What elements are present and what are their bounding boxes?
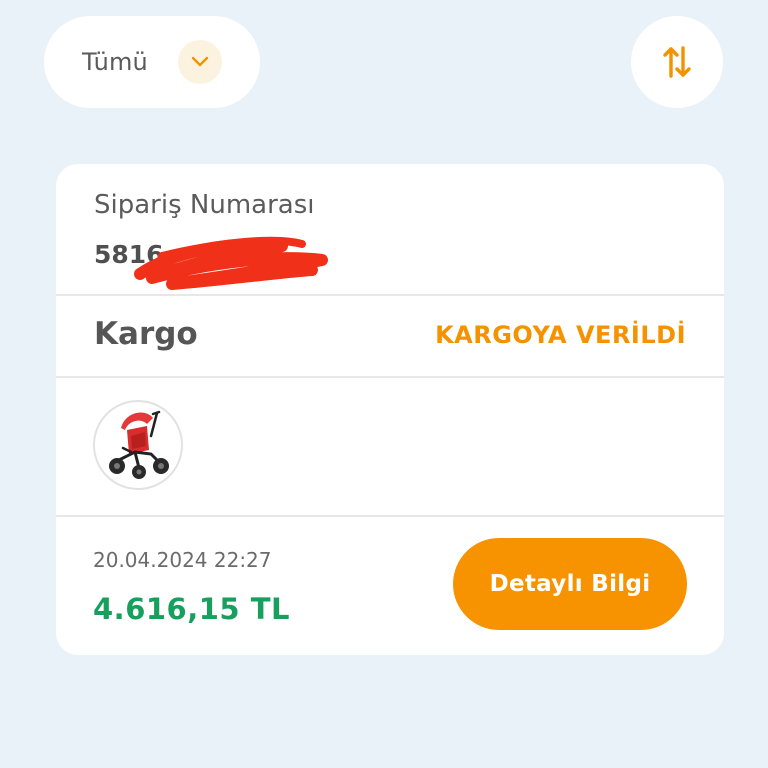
order-date: 20.04.2024 22:27	[93, 548, 272, 572]
order-number-row: 5816	[94, 234, 328, 290]
divider	[56, 294, 724, 296]
order-total: 4.616,15 TL	[93, 592, 290, 626]
divider	[56, 376, 724, 378]
sort-arrows-icon	[663, 46, 691, 78]
tricycle-image	[109, 410, 169, 479]
order-card: Sipariş Numarası 5816 Kargo KARGOYA VERİ…	[56, 164, 724, 655]
chevron-down-icon	[178, 40, 222, 84]
filter-label: Tümü	[82, 48, 148, 76]
product-thumbnail[interactable]	[93, 400, 183, 490]
cargo-status: KARGOYA VERİLDİ	[435, 321, 686, 349]
filter-dropdown[interactable]: Tümü	[44, 16, 260, 108]
divider	[56, 515, 724, 517]
cargo-label: Kargo	[94, 316, 198, 352]
order-number-label: Sipariş Numarası	[94, 190, 315, 220]
orders-page: Tümü Sipariş Numarası 5816 Kargo KARGOYA…	[0, 0, 768, 768]
redaction-scribble	[134, 236, 328, 290]
sort-button[interactable]	[631, 16, 723, 108]
details-button[interactable]: Detaylı Bilgi	[453, 538, 687, 630]
